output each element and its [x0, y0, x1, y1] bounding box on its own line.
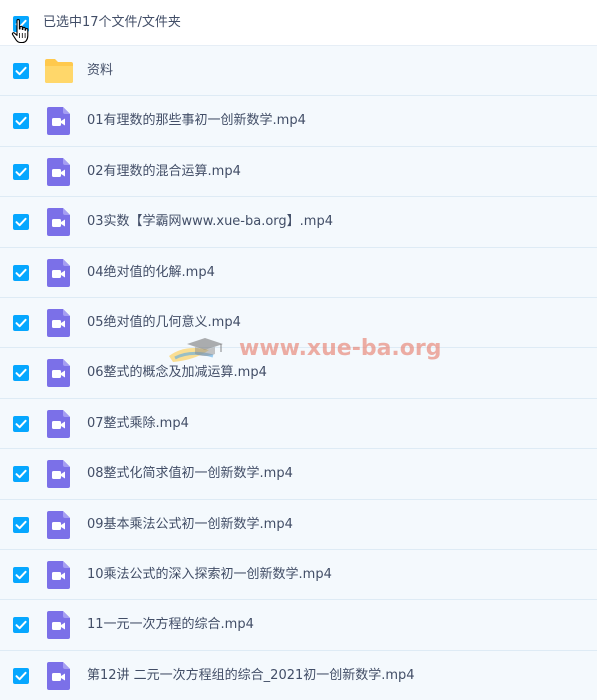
list-item[interactable]: 资料: [0, 46, 597, 97]
video-file-icon: [47, 409, 70, 438]
checkmark-icon: [15, 268, 27, 277]
list-item[interactable]: 11一元一次方程的综合.mp4: [0, 600, 597, 651]
file-list: 资料 01有理数的那些事初一创新数学.mp4 02有理数的混合运算.mp4 03…: [0, 46, 597, 700]
video-file-icon: [47, 258, 70, 287]
item-checkbox[interactable]: [13, 63, 29, 79]
item-checkbox[interactable]: [13, 667, 29, 684]
video-file-icon: [47, 359, 70, 388]
selection-count-label: 已选中17个文件/文件夹: [43, 15, 181, 30]
list-item[interactable]: 第12讲 二元一次方程组的综合_2021初一创新数学.mp4: [0, 650, 597, 700]
item-checkbox[interactable]: [13, 163, 29, 180]
item-checkbox[interactable]: [13, 466, 29, 483]
item-checkbox[interactable]: [13, 415, 29, 432]
list-item[interactable]: 05绝对值的几何意义.mp4: [0, 297, 597, 349]
file-name: 09基本乘法公式初一创新数学.mp4: [87, 516, 293, 532]
checkmark-icon: [15, 19, 27, 29]
video-file-icon: [47, 157, 70, 186]
select-all-checkbox[interactable]: [13, 16, 29, 32]
file-name: 08整式化简求值初一创新数学.mp4: [87, 466, 293, 482]
item-checkbox[interactable]: [13, 214, 29, 231]
item-checkbox[interactable]: [13, 566, 29, 583]
list-item[interactable]: 02有理数的混合运算.mp4: [0, 146, 597, 198]
file-name: 07整式乘除.mp4: [87, 415, 189, 431]
list-item[interactable]: 10乘法公式的深入探索初一创新数学.mp4: [0, 549, 597, 601]
file-manager: 已选中17个文件/文件夹 资料 01有理数的那些事初一创新数学.mp4 02有理…: [0, 0, 597, 700]
file-name: 第12讲 二元一次方程组的综合_2021初一创新数学.mp4: [87, 667, 415, 683]
item-checkbox[interactable]: [13, 617, 29, 634]
checkmark-icon: [15, 117, 27, 126]
file-name: 资料: [87, 63, 114, 78]
file-name: 04绝对值的化解.mp4: [87, 264, 215, 280]
file-name: 02有理数的混合运算.mp4: [87, 163, 241, 179]
list-item[interactable]: 01有理数的那些事初一创新数学.mp4: [0, 96, 597, 147]
video-file-icon: [47, 560, 70, 589]
list-item[interactable]: 04绝对值的化解.mp4: [0, 247, 597, 298]
file-name: 05绝对值的几何意义.mp4: [87, 314, 241, 330]
video-file-icon: [47, 611, 70, 640]
checkmark-icon: [15, 167, 27, 176]
checkmark-icon: [15, 671, 27, 680]
checkmark-icon: [15, 369, 27, 378]
video-file-icon: [47, 661, 70, 690]
video-file-icon: [47, 107, 70, 136]
file-name: 11一元一次方程的综合.mp4: [87, 617, 254, 633]
checkmark-icon: [15, 621, 27, 630]
list-item[interactable]: 06整式的概念及加减运算.mp4: [0, 348, 597, 399]
video-file-icon: [47, 308, 70, 337]
selection-header: 已选中17个文件/文件夹: [0, 0, 597, 46]
checkmark-icon: [15, 469, 27, 479]
list-item[interactable]: 09基本乘法公式初一创新数学.mp4: [0, 499, 597, 550]
item-checkbox[interactable]: [13, 113, 29, 130]
file-name: 03实数【学霸网www.xue-ba.org】.mp4: [87, 214, 333, 230]
item-checkbox[interactable]: [13, 264, 29, 281]
list-item[interactable]: 07整式乘除.mp4: [0, 398, 597, 450]
list-item[interactable]: 08整式化简求值初一创新数学.mp4: [0, 449, 597, 500]
video-file-icon: [47, 460, 70, 489]
file-name: 01有理数的那些事初一创新数学.mp4: [87, 113, 306, 129]
checkmark-icon: [15, 217, 27, 227]
item-checkbox[interactable]: [13, 516, 29, 533]
folder-icon: [45, 59, 73, 83]
item-checkbox[interactable]: [13, 365, 29, 382]
checkmark-icon: [15, 318, 27, 328]
checkmark-icon: [15, 66, 27, 76]
file-name: 06整式的概念及加减运算.mp4: [87, 365, 267, 381]
video-file-icon: [47, 208, 70, 237]
video-file-icon: [47, 510, 70, 539]
list-item[interactable]: 03实数【学霸网www.xue-ba.org】.mp4: [0, 197, 597, 248]
item-checkbox[interactable]: [13, 314, 29, 331]
checkmark-icon: [15, 419, 27, 428]
checkmark-icon: [15, 520, 27, 529]
checkmark-icon: [15, 570, 27, 580]
file-name: 10乘法公式的深入探索初一创新数学.mp4: [87, 566, 332, 582]
